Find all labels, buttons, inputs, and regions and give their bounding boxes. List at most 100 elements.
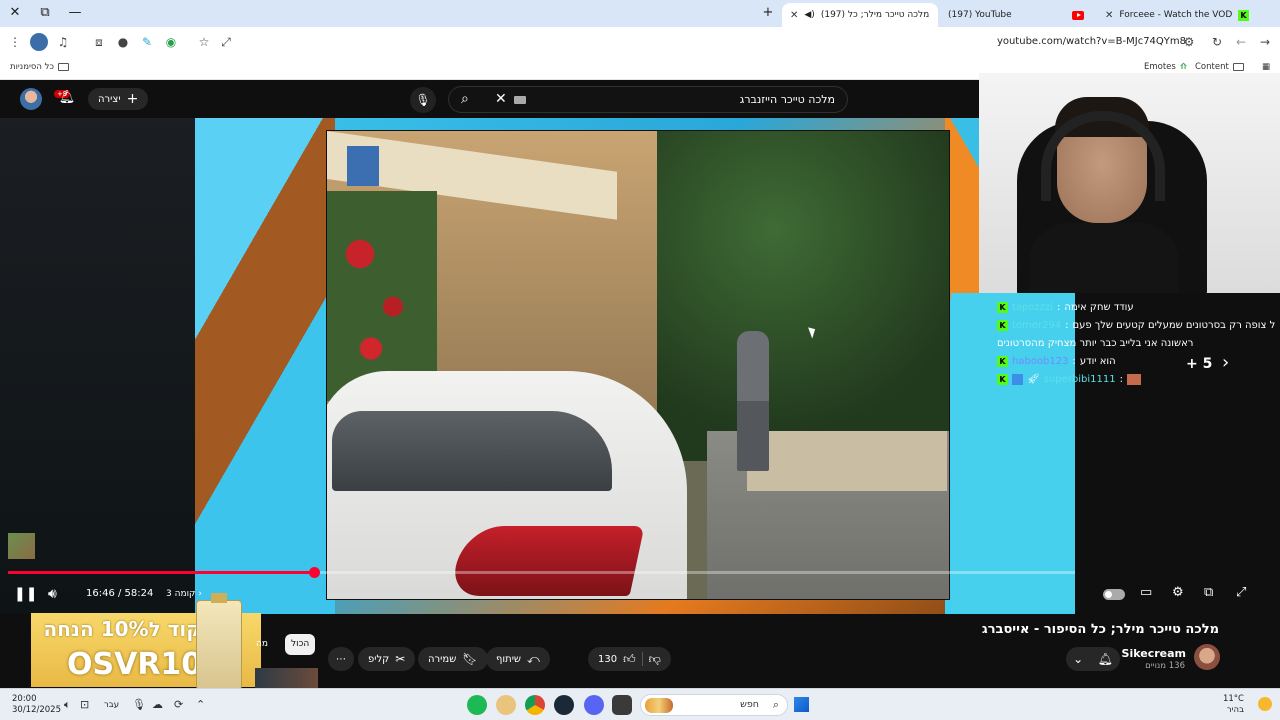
chip-related[interactable]: מה xyxy=(256,639,268,649)
maximize-window-icon[interactable]: ⧉ xyxy=(34,4,56,22)
search-bar[interactable]: ⌕ ✕ מלכה טייכר הייזנברג xyxy=(448,86,848,113)
more-videos-count[interactable]: + 5 xyxy=(1186,356,1212,372)
bookmark-star-icon[interactable]: ☆ xyxy=(195,33,213,51)
chrome-icon[interactable] xyxy=(525,695,545,715)
weather-widget[interactable]: 11°C בהיר xyxy=(1223,694,1244,716)
folder-icon xyxy=(1232,63,1244,71)
bookmark-label: כל הסימניות xyxy=(10,62,54,72)
share-button[interactable]: שיתוף ⤺ xyxy=(486,647,550,671)
search-placeholder: חפש xyxy=(740,699,759,710)
close-window-icon[interactable]: ✕ xyxy=(4,4,26,22)
steam-icon[interactable] xyxy=(554,695,574,715)
save-button[interactable]: שמירה 🔖︎ xyxy=(418,647,488,671)
create-button[interactable]: יצירה + xyxy=(88,88,149,110)
settings-gear-icon[interactable]: ⚙ xyxy=(1172,585,1184,600)
chat-username: superbibi1111 xyxy=(1043,373,1116,385)
chapter-button[interactable]: 3 קומה › xyxy=(166,589,202,599)
apps-grid-icon[interactable]: ▦ xyxy=(1262,62,1270,72)
extension-1-icon[interactable]: ● xyxy=(114,33,132,51)
spotify-icon[interactable] xyxy=(467,695,487,715)
taskbar-clock[interactable]: 20:00 30/12/2025 xyxy=(12,694,61,716)
tab-title: (197) מלכה טייכר מילר; כל xyxy=(820,10,930,20)
thumbs-down-icon[interactable]: 👎︎ xyxy=(649,652,661,667)
footage-street-sign xyxy=(347,146,379,186)
video-player[interactable] xyxy=(195,118,1075,614)
emote-icon xyxy=(1126,373,1141,385)
progress-bar[interactable] xyxy=(8,567,1075,578)
chevron-up-icon[interactable]: ⌃ xyxy=(196,698,205,711)
app-icon[interactable] xyxy=(496,695,516,715)
minimize-window-icon[interactable]: — xyxy=(64,4,86,22)
video-background-swirl xyxy=(195,118,335,614)
speaker-icon[interactable]: 🔈︎ xyxy=(64,698,71,712)
network-icon[interactable]: ⊡ xyxy=(80,698,89,711)
chevron-right-icon[interactable]: › xyxy=(1222,352,1229,373)
menu-dots-icon[interactable]: ⋮ xyxy=(6,33,24,51)
windows-taskbar: 20:00 30/12/2025 🔈︎ ⊡ עבר 🎙︎ ☁ ⟳ ⌃ חפש ⌕… xyxy=(0,688,1280,720)
extension-3-icon[interactable]: ◉ xyxy=(162,33,180,51)
clear-search-icon[interactable]: ✕ xyxy=(495,91,507,107)
subscriber-badge-icon xyxy=(1012,373,1023,385)
account-avatar[interactable] xyxy=(20,88,42,110)
like-button[interactable]: 130 👍︎ 👎︎ xyxy=(588,647,671,671)
chapter-label: 3 קומה xyxy=(166,589,196,599)
search-input[interactable]: מלכה טייכר הייזנברג xyxy=(740,93,835,106)
related-video-thumbnail[interactable] xyxy=(255,668,318,688)
clip-button[interactable]: קליפ ✂ xyxy=(358,647,416,671)
bookmark-emotes[interactable]: Emotes ⟰ xyxy=(1144,62,1187,72)
extensions-icon[interactable]: ⧈ xyxy=(90,33,108,51)
new-tab-icon[interactable]: + xyxy=(757,4,779,22)
chat-username: tomer294 xyxy=(1012,319,1062,331)
extension-2-icon[interactable]: ✎ xyxy=(138,33,156,51)
chat-username: tapozzzi xyxy=(1012,301,1054,313)
back-icon[interactable]: → xyxy=(1256,33,1274,51)
subtitles-icon[interactable]: ▭ xyxy=(1140,585,1152,600)
fullscreen-icon[interactable]: ⤢ xyxy=(1236,585,1246,600)
close-icon[interactable]: ✕ xyxy=(1105,10,1113,21)
address-bar[interactable]: youtube.com/watch?v=B-MJc74QYm8 xyxy=(997,36,1186,47)
divider xyxy=(641,652,643,666)
tab-youtube[interactable]: (197) YouTube xyxy=(940,3,1092,27)
discord-icon[interactable] xyxy=(584,695,604,715)
chat-message: K tomer294 : ל צופה רק בסרטונים שמעלים ק… xyxy=(997,316,1280,334)
all-bookmarks-folder[interactable]: כל הסימניות xyxy=(10,62,69,72)
tab-active-video[interactable]: ✕ ◀) (197) מלכה טייכר מילר; כל xyxy=(782,3,938,27)
cloud-off-icon[interactable]: ☁ xyxy=(152,698,163,711)
channel-name[interactable]: Sikecream xyxy=(1122,647,1186,660)
install-app-icon[interactable]: ⤢ xyxy=(217,33,235,51)
pause-icon[interactable]: ❚❚ xyxy=(14,586,37,602)
close-icon[interactable]: ✕ xyxy=(790,10,798,21)
taskbar-search[interactable]: חפש ⌕ xyxy=(640,694,788,716)
volume-icon[interactable]: 🔊︎ xyxy=(48,586,57,602)
streamer-webcam xyxy=(979,73,1280,293)
reload-icon[interactable]: ↻ xyxy=(1208,33,1226,51)
sync-icon[interactable]: ⟳ xyxy=(174,698,183,711)
time-display: 16:46 / 58:24 xyxy=(86,588,154,599)
subscribed-notification-button[interactable]: ⌄ 🔔︎ xyxy=(1066,647,1120,671)
more-actions-button[interactable]: ⋯ xyxy=(328,647,354,671)
scissors-icon: ✂ xyxy=(395,652,406,666)
media-controls-icon[interactable]: ♫ xyxy=(54,33,72,51)
voice-search-mic-icon[interactable]: 🎙︎ xyxy=(410,87,436,113)
keyboard-icon[interactable] xyxy=(514,96,526,104)
notifications-bell-icon[interactable]: 🔔︎ xyxy=(58,90,76,108)
chat-separator: : xyxy=(1057,301,1061,313)
plus-icon: + xyxy=(126,91,139,107)
windows-start-icon[interactable] xyxy=(794,697,809,712)
search-icon[interactable]: ⌕ xyxy=(461,91,469,107)
kick-small-icon: ⟰ xyxy=(1179,62,1187,72)
channel-avatar[interactable] xyxy=(1194,644,1220,670)
bookmark-content[interactable]: Content xyxy=(1195,62,1244,72)
tab-title: Forceee - Watch the VOD on K xyxy=(1119,10,1232,20)
autoplay-toggle[interactable] xyxy=(1103,589,1125,600)
keyboard-language[interactable]: עבר xyxy=(104,700,119,710)
microphone-icon[interactable]: 🎙︎ xyxy=(132,698,146,711)
chip-all[interactable]: הכול xyxy=(285,634,316,655)
forward-icon[interactable]: ← xyxy=(1232,33,1250,51)
miniplayer-icon[interactable]: ⧉ xyxy=(1204,585,1213,600)
profile-avatar[interactable] xyxy=(30,33,48,51)
emoji-icon: 🚀︎ xyxy=(1027,373,1040,385)
chat-separator: : xyxy=(1119,373,1123,385)
tab-kick[interactable]: ✕ Forceee - Watch the VOD on K K xyxy=(1097,3,1257,27)
file-explorer-icon[interactable] xyxy=(612,695,632,715)
